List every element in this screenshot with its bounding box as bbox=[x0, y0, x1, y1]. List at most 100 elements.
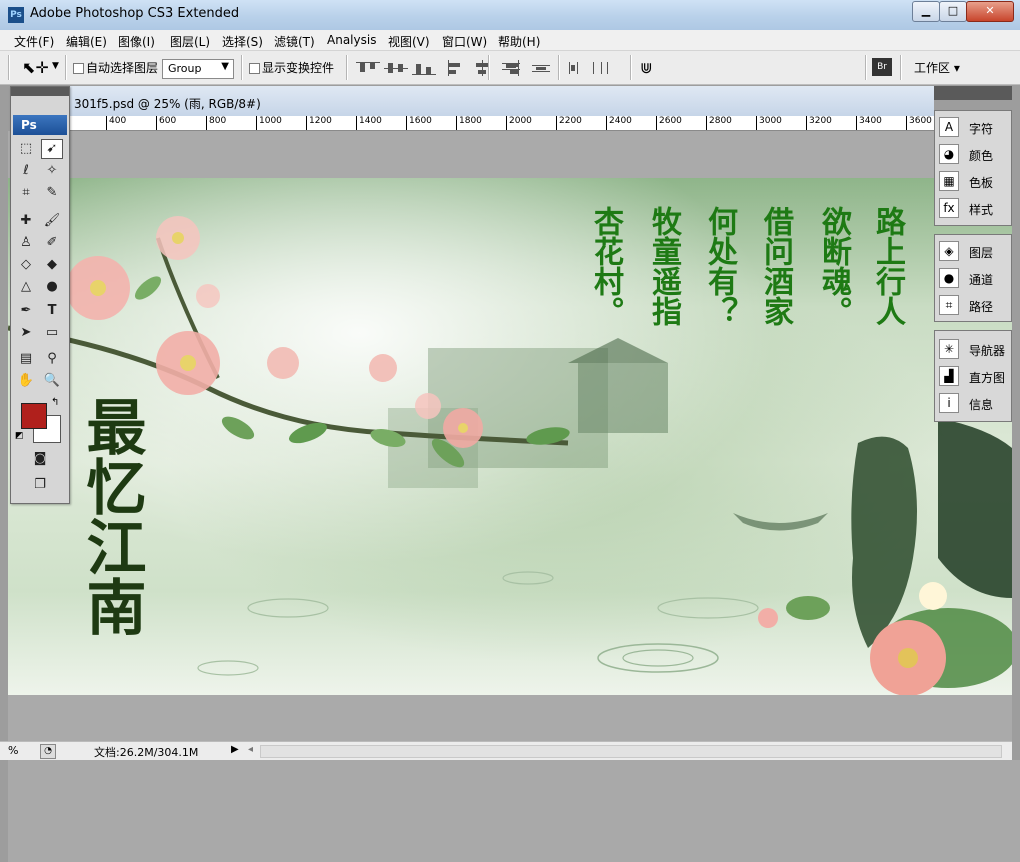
menu-image[interactable]: 图像(I) bbox=[118, 33, 155, 50]
tool-preset-chevron-icon[interactable]: ▼ bbox=[52, 61, 59, 71]
align-top-icon[interactable] bbox=[356, 60, 380, 76]
default-colors-icon[interactable]: ◩ bbox=[15, 431, 24, 441]
maximize-button[interactable]: □ bbox=[939, 1, 967, 22]
swap-colors-icon[interactable]: ↰ bbox=[51, 397, 59, 408]
character-icon: A bbox=[939, 117, 959, 137]
blur-tool-icon[interactable]: △ bbox=[15, 277, 37, 297]
panel-group-navigator: ✳ 导航器 ▟ 直方图 i 信息 bbox=[934, 330, 1012, 422]
horizontal-ruler[interactable]: 400 600 800 1000 1200 1400 1600 1800 200… bbox=[68, 116, 934, 131]
figure-silhouette bbox=[938, 418, 1012, 598]
zoom-level[interactable]: % bbox=[8, 744, 18, 757]
align-vcenter-icon[interactable] bbox=[384, 60, 408, 76]
panel-channels[interactable]: ● 通道 bbox=[939, 266, 1009, 290]
panel-styles[interactable]: fx 样式 bbox=[939, 196, 1009, 220]
menu-file[interactable]: 文件(F) bbox=[14, 33, 54, 50]
distribute-hcenter-icon[interactable] bbox=[590, 60, 614, 76]
notes-tool-icon[interactable]: ▤ bbox=[15, 349, 37, 369]
minimize-button[interactable]: ▁ bbox=[912, 1, 940, 22]
zoom-tool-icon[interactable]: 🔍 bbox=[41, 371, 63, 391]
ruler-tick bbox=[806, 116, 807, 130]
poem-line-2: 欲断魂。 bbox=[816, 206, 851, 326]
distribute-top-icon[interactable] bbox=[500, 60, 524, 76]
menu-analysis[interactable]: Analysis bbox=[327, 33, 376, 47]
distribute-vcenter-icon[interactable] bbox=[530, 60, 554, 76]
menu-help[interactable]: 帮助(H) bbox=[498, 33, 540, 50]
marquee-tool-icon[interactable]: ⬚ bbox=[15, 139, 37, 159]
panel-character[interactable]: A 字符 bbox=[939, 115, 1009, 139]
panel-swatches[interactable]: ▦ 色板 bbox=[939, 169, 1009, 193]
poem-line-1: 路上行人 bbox=[870, 206, 905, 326]
menu-view[interactable]: 视图(V) bbox=[388, 33, 430, 50]
menu-select[interactable]: 选择(S) bbox=[222, 33, 263, 50]
distribute-left-icon[interactable] bbox=[566, 60, 590, 76]
water-ripple bbox=[597, 643, 719, 673]
panel-color[interactable]: ◕ 颜色 bbox=[939, 142, 1009, 166]
status-icon[interactable]: ◔ bbox=[40, 744, 56, 759]
slice-tool-icon[interactable]: ✎ bbox=[41, 183, 63, 203]
brush-tool-icon[interactable]: 🖌 bbox=[41, 211, 63, 231]
auto-select-checkbox[interactable] bbox=[73, 63, 84, 74]
panel-dock-header[interactable] bbox=[934, 86, 1012, 100]
menu-window[interactable]: 窗口(W) bbox=[442, 33, 487, 50]
align-left-icon[interactable] bbox=[446, 60, 470, 76]
ruler-tick bbox=[856, 116, 857, 130]
status-bar: % ◔ 文档:26.2M/304.1M ▶ ◂ bbox=[0, 741, 1012, 760]
healing-brush-tool-icon[interactable]: ✚ bbox=[15, 211, 37, 231]
history-brush-tool-icon[interactable]: ✐ bbox=[41, 233, 63, 253]
align-hcenter-icon[interactable] bbox=[472, 60, 496, 76]
village-house bbox=[578, 363, 668, 433]
move-tool-icon[interactable]: ➹ bbox=[41, 139, 63, 159]
auto-align-icon[interactable]: ⋓ bbox=[640, 59, 653, 77]
auto-select-dropdown[interactable]: Group ▼ bbox=[162, 59, 234, 79]
crop-tool-icon[interactable]: ⌗ bbox=[15, 183, 37, 203]
ruler-label: 2000 bbox=[509, 116, 532, 126]
menu-layer[interactable]: 图层(L) bbox=[170, 33, 210, 50]
document-artwork[interactable]: 路上行人 欲断魂。 借问酒家 何处有？ 牧童遥指 杏花村。 最忆江南 bbox=[8, 178, 1012, 695]
magic-wand-tool-icon[interactable]: ✧ bbox=[41, 161, 63, 181]
document-titlebar: 301f5.psd @ 25% (雨, RGB/8#) bbox=[68, 86, 934, 117]
layers-icon: ◈ bbox=[939, 241, 959, 261]
panel-layers[interactable]: ◈ 图层 bbox=[939, 239, 1009, 263]
menu-filter[interactable]: 滤镜(T) bbox=[274, 33, 315, 50]
hand-tool-icon[interactable]: ✋ bbox=[15, 371, 37, 391]
dodge-tool-icon[interactable]: ● bbox=[41, 277, 63, 297]
panel-label: 信息 bbox=[969, 398, 994, 412]
foreground-color-swatch[interactable] bbox=[21, 403, 47, 429]
show-transform-checkbox[interactable] bbox=[249, 63, 260, 74]
panel-navigator[interactable]: ✳ 导航器 bbox=[939, 337, 1009, 361]
paint-bucket-tool-icon[interactable]: ◆ bbox=[41, 255, 63, 275]
menu-edit[interactable]: 编辑(E) bbox=[66, 33, 107, 50]
quick-mask-icon[interactable]: ◙ bbox=[29, 449, 51, 469]
type-tool-icon[interactable]: T bbox=[41, 301, 63, 321]
scroll-left-icon[interactable]: ◂ bbox=[248, 744, 253, 755]
lasso-tool-icon[interactable]: ℓ bbox=[15, 161, 37, 181]
bridge-icon[interactable]: Br bbox=[872, 58, 892, 76]
separator bbox=[241, 55, 243, 80]
align-bottom-icon[interactable] bbox=[412, 60, 436, 76]
move-tool-icon[interactable]: ⬉✛ bbox=[22, 58, 49, 77]
screen-mode-icon[interactable]: ❐ bbox=[29, 475, 51, 495]
panel-histogram[interactable]: ▟ 直方图 bbox=[939, 364, 1009, 388]
horizontal-scrollbar[interactable] bbox=[260, 745, 1002, 758]
eraser-tool-icon[interactable]: ◇ bbox=[15, 255, 37, 275]
ruler-tick bbox=[106, 116, 107, 130]
ruler-label: 1000 bbox=[259, 116, 282, 126]
ruler-label: 2400 bbox=[609, 116, 632, 126]
close-button[interactable]: ✕ bbox=[966, 1, 1014, 22]
eyedropper-tool-icon[interactable]: ⚲ bbox=[41, 349, 63, 369]
ruler-label: 2800 bbox=[709, 116, 732, 126]
pen-tool-icon[interactable]: ✒ bbox=[15, 301, 37, 321]
tools-panel-header[interactable] bbox=[11, 87, 69, 96]
panel-label: 样式 bbox=[969, 203, 994, 217]
panel-paths[interactable]: ⌗ 路径 bbox=[939, 293, 1009, 317]
shape-tool-icon[interactable]: ▭ bbox=[41, 323, 63, 343]
ruler-label: 800 bbox=[209, 116, 227, 126]
panel-info[interactable]: i 信息 bbox=[939, 391, 1009, 415]
clone-stamp-tool-icon[interactable]: ♙ bbox=[15, 233, 37, 253]
path-selection-tool-icon[interactable]: ➤ bbox=[15, 323, 37, 343]
workspace-menu[interactable]: 工作区 ▾ bbox=[914, 59, 960, 76]
status-menu-arrow-icon[interactable]: ▶ bbox=[231, 744, 239, 755]
ps-logo[interactable]: Ps bbox=[13, 115, 67, 135]
show-transform-label: 显示变换控件 bbox=[262, 61, 335, 75]
swatches-icon: ▦ bbox=[939, 171, 959, 191]
